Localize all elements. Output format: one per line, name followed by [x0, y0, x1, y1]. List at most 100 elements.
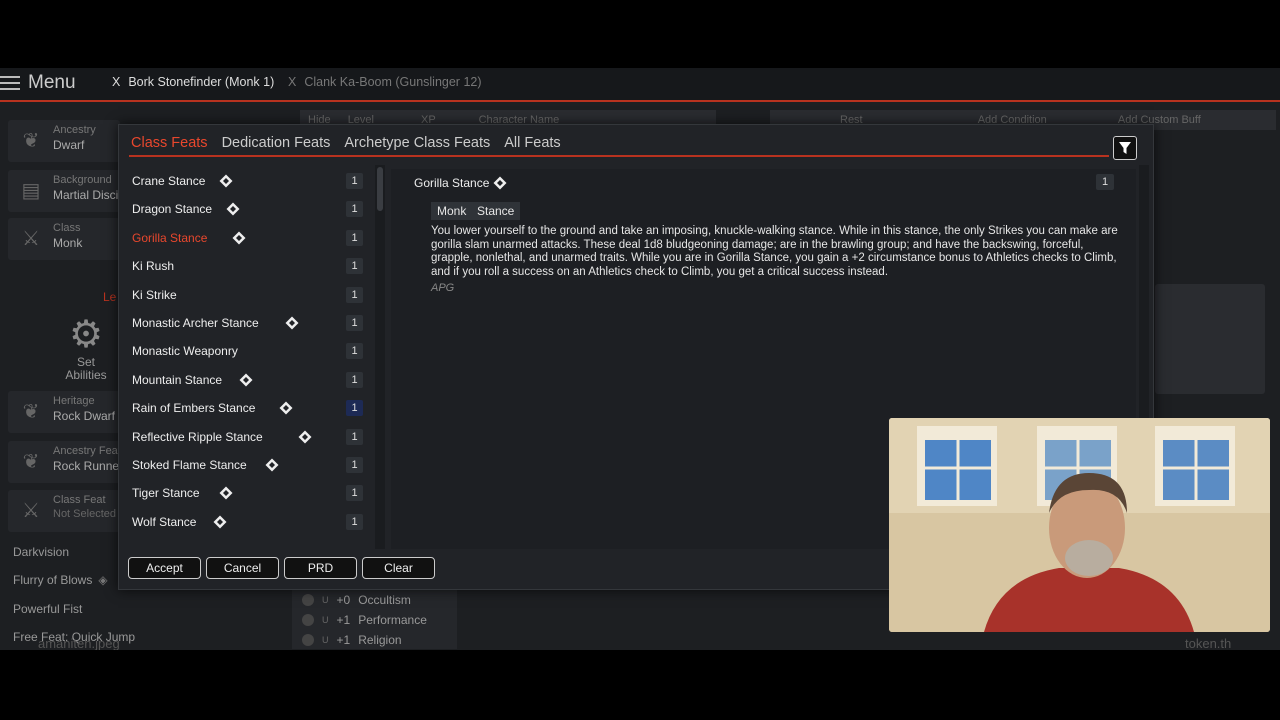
action-icon: [265, 458, 279, 472]
feat-list-scrollbar[interactable]: [375, 165, 385, 549]
feat-name: Tiger Stance: [132, 486, 200, 501]
prd-button[interactable]: PRD: [284, 557, 357, 579]
level-label: Le: [103, 290, 117, 304]
webcam-overlay: [889, 418, 1270, 632]
card-value: Monk: [53, 236, 83, 250]
feat-name: Dragon Stance: [132, 202, 213, 217]
background-panel: [1155, 284, 1265, 394]
feat-row[interactable]: Tiger Stance 1: [129, 481, 369, 505]
feat-name: Rain of Embers Stance: [132, 401, 256, 416]
tree-icon: ❦: [22, 401, 40, 423]
action-icon: [226, 202, 240, 216]
tab-archetype-class-feats[interactable]: Archetype Class Feats: [344, 135, 490, 151]
action-icon: [239, 373, 253, 387]
feature-darkvision[interactable]: Darkvision: [13, 545, 69, 559]
feat-row[interactable]: Reflective Ripple Stance 1: [129, 425, 369, 449]
character-tab-label: Bork Stonefinder (Monk 1): [128, 75, 275, 89]
ancestry-feat-card[interactable]: ❦ Ancestry Feat Rock Runner: [8, 441, 124, 483]
class-card[interactable]: ⚔ Class Monk: [8, 218, 120, 260]
feat-name: Wolf Stance: [132, 514, 197, 529]
skill-name: Performance: [358, 613, 427, 627]
feat-level-badge: 1: [346, 400, 363, 417]
action-icon: [219, 486, 233, 500]
feat-name: Monastic Weaponry: [132, 344, 238, 359]
feature-powerful-fist[interactable]: Powerful Fist: [13, 602, 82, 616]
skill-modifier: +0: [336, 593, 351, 607]
set-abilities-button[interactable]: ⚙ Set Abilities: [58, 314, 114, 382]
skill-row[interactable]: U +0 Occultism: [302, 593, 411, 607]
ancestry-card[interactable]: ❦ Ancestry Dwarf: [8, 120, 120, 162]
feat-list: Crane Stance 1 Dragon Stance 1 Gorilla Stanc…: [129, 169, 369, 547]
feat-row[interactable]: Stoked Flame Stance 1: [129, 453, 369, 477]
feat-row[interactable]: Rain of Embers Stance 1: [129, 396, 369, 420]
feat-row[interactable]: Ki Rush 1: [129, 254, 369, 278]
webcam-person-image: [889, 418, 1270, 632]
feat-list-scroll-thumb[interactable]: [377, 167, 383, 211]
feat-source: APG: [431, 282, 455, 294]
filter-button[interactable]: [1113, 136, 1137, 160]
character-tab-bork[interactable]: X Bork Stonefinder (Monk 1): [112, 75, 274, 89]
feat-row[interactable]: Mountain Stance 1: [129, 368, 369, 392]
top-bar: Menu X Bork Stonefinder (Monk 1) X Clank K…: [0, 68, 1280, 102]
card-label: Ancestry Feat: [53, 445, 121, 457]
action-icon: [279, 401, 293, 415]
action-icon: [298, 430, 312, 444]
feat-name: Crane Stance: [132, 174, 206, 188]
feat-name: Reflective Ripple Stance: [132, 429, 263, 444]
hamburger-icon: [0, 76, 20, 90]
feat-row[interactable]: Wolf Stance 1: [129, 510, 369, 534]
scroll-icon: ▤: [21, 180, 41, 202]
feat-row[interactable]: Monastic Archer Stance 1: [129, 311, 369, 335]
feat-name: Ki Strike: [132, 287, 177, 302]
character-tab-clank[interactable]: X Clank Ka-Boom (Gunslinger 12): [288, 75, 482, 89]
trait-tag-monk: Monk: [431, 202, 473, 220]
menu-label: Menu: [28, 72, 76, 93]
action-icon: ◈: [98, 573, 108, 587]
tab-underline: [129, 155, 1109, 157]
skill-row[interactable]: U +1 Religion: [302, 633, 402, 647]
proficiency-badge: U: [322, 595, 329, 605]
trait-tag-stance: Stance: [471, 202, 521, 220]
accept-button[interactable]: Accept: [128, 557, 201, 579]
class-feat-card[interactable]: ⚔ Class Feat Not Selected: [8, 490, 120, 532]
footer-right-file: token.th: [1185, 636, 1232, 650]
close-tab-icon[interactable]: X: [112, 75, 120, 89]
menu-button[interactable]: Menu: [0, 72, 76, 94]
tree-icon: ❦: [22, 451, 40, 473]
tab-class-feats[interactable]: Class Feats: [131, 135, 208, 151]
card-value: Rock Runner: [53, 459, 124, 473]
card-value: Dwarf: [53, 138, 85, 152]
feat-tabs: Class Feats Dedication Feats Archetype C…: [131, 135, 561, 151]
feat-level-badge: 1: [346, 173, 363, 189]
skills-panel: U +0 Occultism U +1 Performance U +1 Rel…: [292, 589, 457, 649]
feat-row[interactable]: Ki Strike 1: [129, 283, 369, 307]
character-tab-label: Clank Ka-Boom (Gunslinger 12): [304, 75, 482, 89]
close-tab-icon[interactable]: X: [288, 75, 296, 89]
cancel-button[interactable]: Cancel: [206, 557, 279, 579]
feat-level-badge: 1: [346, 371, 363, 388]
feat-row[interactable]: Crane Stance 1: [129, 169, 369, 193]
card-label: Background: [53, 174, 112, 186]
proficiency-badge: U: [322, 635, 329, 645]
clear-button[interactable]: Clear: [362, 557, 435, 579]
tree-icon: ❦: [22, 130, 40, 152]
card-label: Class Feat: [53, 494, 106, 506]
feat-row[interactable]: Gorilla Stance 1: [129, 226, 369, 250]
feat-row[interactable]: Monastic Weaponry 1: [129, 339, 369, 363]
filter-icon: [1119, 142, 1131, 154]
feat-name: Stoked Flame Stance: [132, 458, 247, 472]
feat-name: Monastic Archer Stance: [132, 316, 259, 330]
feat-level-badge: 1: [346, 457, 363, 473]
card-value: Martial Disci: [53, 188, 119, 202]
background-card[interactable]: ▤ Background Martial Disci: [8, 170, 120, 212]
feature-flurry-of-blows[interactable]: Flurry of Blows ◈: [13, 573, 108, 587]
action-icon: [219, 174, 233, 188]
feat-level-badge: 1: [346, 428, 363, 445]
heritage-card[interactable]: ❦ Heritage Rock Dwarf: [8, 391, 120, 433]
feat-row[interactable]: Dragon Stance 1: [129, 197, 369, 221]
feat-level-badge: 1: [346, 229, 363, 246]
feat-level-badge: 1: [346, 513, 363, 530]
tab-all-feats[interactable]: All Feats: [504, 135, 560, 151]
tab-dedication-feats[interactable]: Dedication Feats: [222, 135, 331, 151]
skill-row[interactable]: U +1 Performance: [302, 613, 427, 627]
